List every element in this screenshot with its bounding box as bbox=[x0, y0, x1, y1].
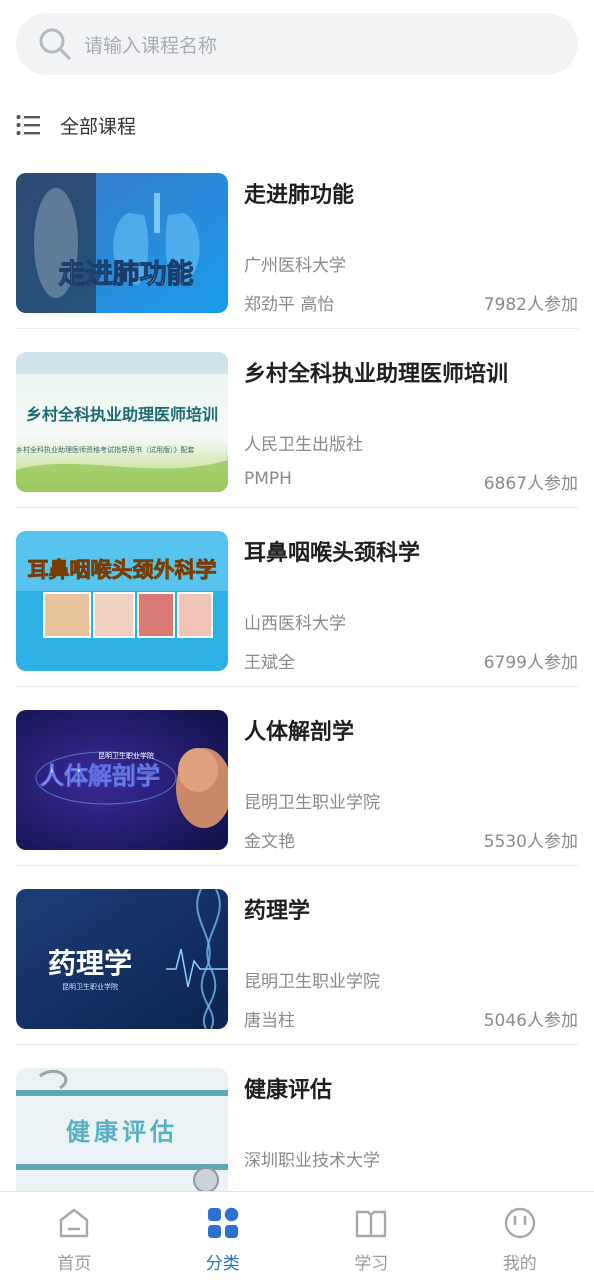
cover-title-text: 乡村全科执业助理医师培训 bbox=[26, 405, 218, 424]
cover-title-text: 药理学 bbox=[48, 947, 132, 980]
course-teacher: PMPH bbox=[244, 469, 292, 489]
tab-mine[interactable]: 我的 bbox=[446, 1192, 594, 1280]
course-cover[interactable]: 耳鼻咽喉头颈外科学 bbox=[16, 531, 228, 671]
bottom-tab-bar: 首页 分类 学习 我的 bbox=[0, 1191, 594, 1280]
cover-subtitle-text: 乡村全科执业助理医师资格考试指导用书（试用版）》配套 bbox=[16, 445, 195, 454]
course-teacher: 金文艳 bbox=[244, 832, 295, 852]
course-cover[interactable]: 乡村全科执业助理医师培训 乡村全科执业助理医师资格考试指导用书（试用版）》配套 bbox=[16, 352, 228, 492]
course-title: 药理学 bbox=[244, 899, 311, 924]
course-count: 5530人参加 bbox=[483, 832, 578, 852]
course-cover[interactable]: 昆明卫生职业学院 人体解剖学 bbox=[16, 710, 228, 850]
course-org: 人民卫生出版社 bbox=[244, 435, 363, 455]
course-title: 耳鼻咽喉头颈科学 bbox=[244, 541, 421, 566]
search-bar[interactable]: 请输入课程名称 bbox=[16, 13, 578, 75]
category-grid-icon bbox=[207, 1207, 239, 1238]
cover-title-text: 走进肺功能 bbox=[59, 258, 194, 290]
tab-label: 我的 bbox=[502, 1254, 537, 1274]
course-item[interactable]: 走进肺功能 走进肺功能 广州医科大学 郑劲平 高怡 7982人参加 bbox=[0, 173, 594, 352]
course-teacher: 唐当柱 bbox=[244, 1011, 295, 1031]
course-item[interactable]: 昆明卫生职业学院 人体解剖学 人体解剖学 昆明卫生职业学院 金文艳 5530人参… bbox=[0, 710, 594, 889]
cover-title-text: 人体解剖学 bbox=[40, 761, 160, 790]
tab-study[interactable]: 学习 bbox=[297, 1192, 446, 1280]
course-count: 7982人参加 bbox=[483, 295, 578, 315]
search-icon bbox=[39, 28, 71, 60]
cover-title-text: 耳鼻咽喉头颈外科学 bbox=[28, 558, 217, 582]
tab-label: 学习 bbox=[354, 1254, 389, 1274]
course-title: 健康评估 bbox=[244, 1078, 333, 1103]
tab-category[interactable]: 分类 bbox=[149, 1192, 298, 1280]
course-list: 走进肺功能 走进肺功能 广州医科大学 郑劲平 高怡 7982人参加 乡村全科执业… bbox=[0, 173, 594, 1247]
cover-subtitle-text: 昆明卫生职业学院 bbox=[98, 751, 154, 760]
tab-label: 分类 bbox=[205, 1254, 240, 1274]
course-title: 人体解剖学 bbox=[244, 720, 355, 745]
profile-face-icon bbox=[504, 1207, 535, 1239]
course-count: 6867人参加 bbox=[483, 474, 578, 494]
tab-home[interactable]: 首页 bbox=[0, 1192, 149, 1280]
course-org: 广州医科大学 bbox=[244, 256, 346, 276]
course-cover[interactable]: 药理学 昆明卫生职业学院 bbox=[16, 889, 228, 1029]
course-teacher: 王斌全 bbox=[244, 653, 295, 673]
course-cover[interactable]: 走进肺功能 bbox=[16, 173, 228, 313]
course-org: 昆明卫生职业学院 bbox=[244, 793, 380, 813]
course-item[interactable]: 耳鼻咽喉头颈外科学 耳鼻咽喉头颈科学 山西医科大学 王斌全 6799人参加 bbox=[0, 531, 594, 710]
section-header: 全部课程 bbox=[16, 108, 136, 142]
course-teacher: 郑劲平 高怡 bbox=[244, 295, 335, 315]
course-org: 昆明卫生职业学院 bbox=[244, 972, 380, 992]
cover-title-text: 健康评估 bbox=[66, 1118, 178, 1146]
course-count: 5046人参加 bbox=[483, 1011, 578, 1031]
tab-label: 首页 bbox=[57, 1254, 92, 1274]
book-icon bbox=[356, 1210, 387, 1238]
course-org: 山西医科大学 bbox=[244, 614, 346, 634]
course-org: 深圳职业技术大学 bbox=[244, 1151, 380, 1171]
home-icon bbox=[60, 1208, 89, 1238]
course-item[interactable]: 药理学 昆明卫生职业学院 药理学 昆明卫生职业学院 唐当柱 5046人参加 bbox=[0, 889, 594, 1068]
course-count: 6799人参加 bbox=[483, 653, 578, 673]
list-icon bbox=[16, 115, 40, 135]
course-title: 走进肺功能 bbox=[244, 183, 355, 208]
search-input[interactable]: 请输入课程名称 bbox=[84, 31, 217, 58]
course-item[interactable]: 乡村全科执业助理医师培训 乡村全科执业助理医师资格考试指导用书（试用版）》配套 … bbox=[0, 352, 594, 531]
course-title: 乡村全科执业助理医师培训 bbox=[244, 362, 509, 387]
course-cover[interactable]: 健康评估 bbox=[16, 1068, 228, 1208]
section-title: 全部课程 bbox=[60, 115, 137, 138]
cover-subtitle-text: 昆明卫生职业学院 bbox=[62, 982, 118, 991]
